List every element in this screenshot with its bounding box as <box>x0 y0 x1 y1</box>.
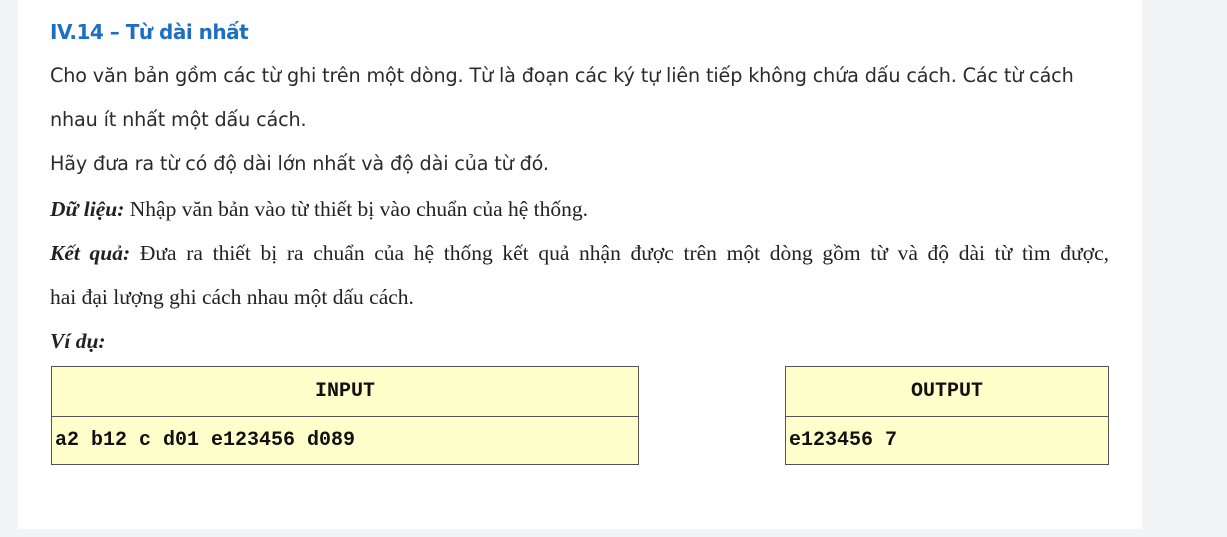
description-line-2: nhau ít nhất một dấu cách. <box>50 108 307 131</box>
problem-title: IV.14 – Từ dài nhất <box>50 20 249 44</box>
description-line-1: Cho văn bản gồm các từ ghi trên một dòng… <box>50 64 1074 87</box>
example-output-table: OUTPUT e123456 7 <box>785 366 1109 465</box>
output-value: e123456 7 <box>785 416 1109 465</box>
output-header: OUTPUT <box>785 366 1109 417</box>
example-label-text: Ví dụ: <box>50 329 106 353</box>
description-line-3: Hãy đưa ra từ có độ dài lớn nhất và độ d… <box>50 152 549 175</box>
input-header: INPUT <box>51 366 639 417</box>
side-gutter <box>1142 0 1227 537</box>
input-spec: Dữ liệu: Nhập văn bản vào từ thiết bị và… <box>50 197 588 222</box>
input-spec-label: Dữ liệu: <box>50 197 125 221</box>
output-spec-label: Kết quả: <box>50 241 131 265</box>
input-value: a2 b12 c d01 e123456 d089 <box>51 416 639 465</box>
output-spec-text: Đưa ra thiết bị ra chuẩn của hệ thống kế… <box>130 241 1109 265</box>
example-label: Ví dụ: <box>50 329 106 354</box>
output-spec-line-1: Kết quả: Đưa ra thiết bị ra chuẩn của hệ… <box>50 241 1109 266</box>
input-spec-text: Nhập văn bản vào từ thiết bị vào chuẩn c… <box>124 197 589 221</box>
example-input-table: INPUT a2 b12 c d01 e123456 d089 <box>51 366 639 465</box>
output-spec-line-2: hai đại lượng ghi cách nhau một dấu cách… <box>50 285 414 309</box>
